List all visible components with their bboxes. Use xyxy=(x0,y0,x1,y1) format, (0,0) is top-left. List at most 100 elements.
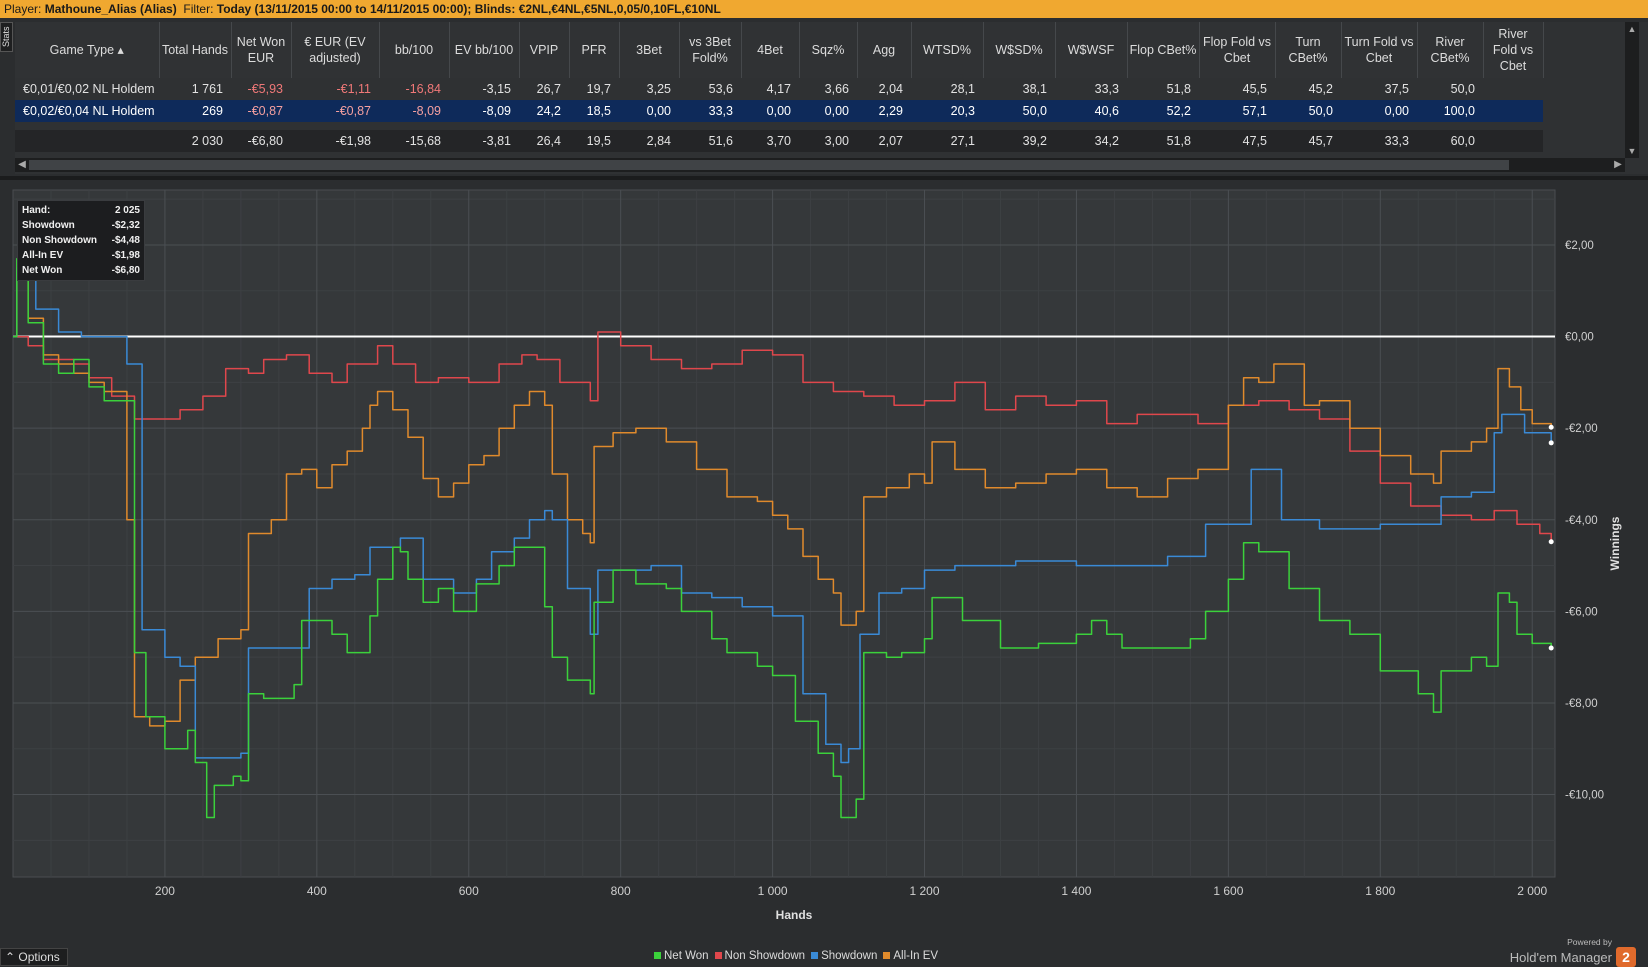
table-cell xyxy=(15,130,159,152)
vertical-scrollbar[interactable]: ▲ ▼ xyxy=(1625,22,1639,158)
column-header[interactable]: W$WSF xyxy=(1055,22,1128,78)
table-cell: 3,70 xyxy=(741,130,799,152)
table-cell: 52,2 xyxy=(1127,100,1199,122)
series-end-marker xyxy=(1548,645,1554,651)
table-cell: 26,4 xyxy=(519,130,569,152)
winnings-chart[interactable]: 200 400 600 800 1 000 1 200 1 400 1 600 1 800 2 0… xyxy=(0,180,1648,940)
column-header[interactable]: 4Bet xyxy=(741,22,800,78)
filter-bar: Player: Mathoune_Alias (Alias) Filter: T… xyxy=(0,0,1648,18)
tooltip-label: Showdown xyxy=(22,220,75,231)
options-button[interactable]: ⌃ Options xyxy=(0,948,68,966)
tooltip-label: Hand: xyxy=(22,205,51,216)
table-cell: 57,1 xyxy=(1199,100,1275,122)
table-cell: 2 030 xyxy=(159,130,231,152)
x-tick-label: 1 800 xyxy=(1365,884,1395,898)
table-cell: 34,2 xyxy=(1055,130,1127,152)
scrollbar-thumb[interactable] xyxy=(29,160,1509,170)
table-cell: 2,29 xyxy=(857,100,911,122)
column-header[interactable]: vs 3Bet Fold% xyxy=(679,22,742,78)
column-header[interactable]: Net Won EUR xyxy=(231,22,292,78)
table-cell: 51,8 xyxy=(1127,130,1199,152)
filter-value[interactable]: Today (13/11/2015 00:00 to 14/11/2015 00… xyxy=(217,2,721,16)
column-header[interactable]: Flop Fold vs Cbet xyxy=(1199,22,1276,78)
column-header[interactable]: VPIP xyxy=(519,22,570,78)
y-tick-label: -€6,00 xyxy=(1565,606,1598,618)
brand-name: Hold'em Manager xyxy=(1509,949,1612,965)
column-header[interactable]: River CBet% xyxy=(1417,22,1484,78)
chart-tooltip: Hand: 2 025 Showdown -$2,32 Non Showdown -$4,… xyxy=(17,200,145,281)
spacer-cell xyxy=(15,122,1543,130)
scroll-up-icon[interactable]: ▲ xyxy=(1625,22,1639,36)
table-cell xyxy=(1483,130,1543,152)
table-cell: 28,1 xyxy=(911,78,983,100)
table-cell: -€6,80 xyxy=(231,130,291,152)
scroll-down-icon[interactable]: ▼ xyxy=(1625,144,1639,158)
column-header[interactable]: Turn CBet% xyxy=(1275,22,1342,78)
table-cell: 19,7 xyxy=(569,78,619,100)
horizontal-scrollbar[interactable]: ◀ ▶ xyxy=(15,158,1625,172)
x-tick-label: 2 000 xyxy=(1517,884,1547,898)
stats-tab[interactable]: Stats xyxy=(0,22,13,52)
column-header[interactable]: WTSD% xyxy=(911,22,984,78)
x-tick-label: 1 600 xyxy=(1213,884,1243,898)
column-header[interactable]: bb/100 xyxy=(379,22,450,78)
table-cell: -3,15 xyxy=(449,78,519,100)
tooltip-row: Net Won -$6,80 xyxy=(22,263,140,278)
column-header[interactable]: € EUR (EV adjusted) xyxy=(291,22,380,78)
column-header[interactable]: River Fold vs Cbet xyxy=(1483,22,1544,78)
legend-label[interactable]: All-In EV xyxy=(893,950,938,962)
table-row[interactable]: €0,02/€0,04 NL Holdem 269 -€0,87 -€0,87 -8,0… xyxy=(15,100,1543,122)
table-cell: -15,68 xyxy=(379,130,449,152)
table-cell: 0,00 xyxy=(1341,100,1417,122)
scroll-left-icon[interactable]: ◀ xyxy=(15,158,29,172)
table-cell: 26,7 xyxy=(519,78,569,100)
y-tick-label: €0,00 xyxy=(1565,332,1594,344)
column-header[interactable]: Total Hands xyxy=(159,22,232,78)
x-tick-label: 400 xyxy=(307,884,327,898)
table-cell: 50,0 xyxy=(1275,100,1341,122)
player-name[interactable]: Mathoune_Alias (Alias) xyxy=(45,2,177,16)
table-cell: -8,09 xyxy=(379,100,449,122)
column-header[interactable]: PFR xyxy=(569,22,620,78)
table-cell: 2,07 xyxy=(857,130,911,152)
column-header[interactable]: W$SD% xyxy=(983,22,1056,78)
table-cell: 20,3 xyxy=(911,100,983,122)
column-header[interactable]: Sqz% xyxy=(799,22,858,78)
series-end-marker xyxy=(1548,539,1554,545)
legend-label[interactable]: Showdown xyxy=(821,950,877,962)
table-cell xyxy=(1483,100,1543,122)
tooltip-label: Net Won xyxy=(22,265,63,276)
table-cell: 19,5 xyxy=(569,130,619,152)
table-cell: -16,84 xyxy=(379,78,449,100)
scroll-right-icon[interactable]: ▶ xyxy=(1611,158,1625,172)
x-tick-label: 1 000 xyxy=(758,884,788,898)
tooltip-label: Non Showdown xyxy=(22,235,97,246)
table-cell: 3,00 xyxy=(799,130,857,152)
x-tick-label: 1 200 xyxy=(910,884,940,898)
legend-label[interactable]: Net Won xyxy=(664,950,709,962)
table-cell: 1 761 xyxy=(159,78,231,100)
x-tick-label: 1 400 xyxy=(1061,884,1091,898)
table-cell: 18,5 xyxy=(569,100,619,122)
tooltip-row: All-In EV -$1,98 xyxy=(22,248,140,263)
column-header[interactable]: Turn Fold vs Cbet xyxy=(1341,22,1418,78)
column-header[interactable]: Agg xyxy=(857,22,912,78)
tooltip-row: Showdown -$2,32 xyxy=(22,218,140,233)
table-row[interactable]: €0,01/€0,02 NL Holdem 1 761 -€5,93 -€1,11 -1… xyxy=(15,78,1543,100)
table-cell: 50,0 xyxy=(983,100,1055,122)
y-tick-label: -€10,00 xyxy=(1565,790,1604,802)
row-spacer xyxy=(15,122,1543,130)
column-header[interactable]: EV bb/100 xyxy=(449,22,520,78)
table-cell: €0,02/€0,04 NL Holdem xyxy=(15,100,159,122)
tooltip-label: All-In EV xyxy=(22,250,64,261)
tooltip-row: Non Showdown -$4,48 xyxy=(22,233,140,248)
table-cell: 47,5 xyxy=(1199,130,1275,152)
series-end-marker xyxy=(1548,424,1554,430)
x-tick-label: 800 xyxy=(611,884,631,898)
legend-label[interactable]: Non Showdown xyxy=(725,950,806,962)
column-header[interactable]: Flop CBet% xyxy=(1127,22,1200,78)
totals-row[interactable]: 2 030 -€6,80 -€1,98 -15,68 -3,81 26,4 19,5 2,84… xyxy=(15,130,1543,152)
table-cell: -€1,98 xyxy=(291,130,379,152)
column-header[interactable]: Game Type ▴ xyxy=(15,22,160,78)
column-header[interactable]: 3Bet xyxy=(619,22,680,78)
